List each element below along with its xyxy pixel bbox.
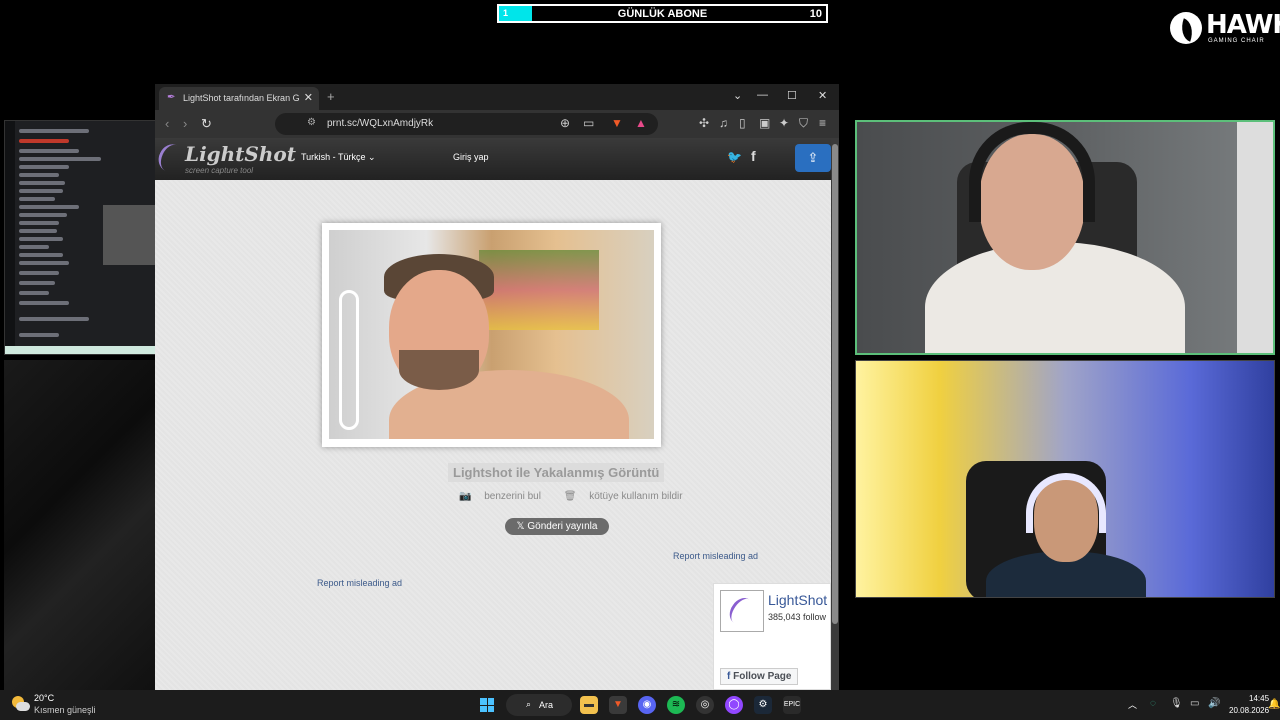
notification-bell-icon[interactable]: 🔔 [1268, 699, 1280, 710]
webcam-bottom [855, 360, 1275, 598]
network-icon[interactable]: ▭ [1190, 698, 1199, 709]
chevron-down-icon: ⌄ [368, 152, 376, 162]
maximize-button[interactable]: ☐ [787, 89, 797, 102]
address-bar[interactable]: ⚙ prnt.sc/WQLxnAmdjyRk [275, 113, 658, 135]
close-window-button[interactable]: ✕ [818, 89, 827, 102]
spotify-icon[interactable]: ≋ [667, 696, 685, 714]
weather-condition[interactable]: Kısmen güneşli [34, 705, 96, 715]
chevron-up-icon[interactable]: ︿ [1128, 698, 1137, 711]
facebook-icon: f [727, 671, 731, 682]
site-info-icon[interactable]: ⚙ [307, 117, 316, 128]
feather-icon: ✒ [167, 92, 176, 103]
find-similar-link[interactable]: 📷 benzerini bul [459, 491, 551, 502]
extensions-icon[interactable]: ✣ [699, 116, 709, 130]
camera-icon: 📷 [459, 491, 472, 502]
hawk-leaf-icon [1170, 12, 1202, 44]
discord-window-thumbnail [4, 120, 156, 355]
twitter-icon[interactable]: 🐦 [727, 150, 742, 164]
brave-shield-icon[interactable]: ▼ [611, 116, 623, 130]
search-icon: ⌕ [526, 699, 532, 709]
report-abuse-link[interactable]: 🗑 kötüye kullanım bildir [564, 491, 693, 502]
menu-icon[interactable]: ≡ [819, 116, 826, 130]
music-icon[interactable]: ♫ [719, 116, 728, 130]
brave-browser-icon[interactable]: ▼ [609, 696, 627, 714]
hawk-logo: HAWK GAMING CHAIR [1168, 10, 1280, 50]
dark-camera-panel [4, 360, 156, 690]
url-text: prnt.sc/WQLxnAmdjyRk [327, 118, 434, 129]
lightshot-page: LightShot screen capture tool Turkish - … [155, 138, 831, 690]
clock-time[interactable]: 14:45 [1249, 694, 1269, 703]
search-label: Ara [539, 700, 554, 710]
volume-icon[interactable]: 🔊 [1208, 698, 1220, 709]
address-toolbar: ‹ › ↻ ⚐ ⚙ prnt.sc/WQLxnAmdjyRk ⊕ ▭ ▼ ▲ ✣… [155, 110, 839, 138]
discord-icon[interactable]: ◉ [638, 696, 656, 714]
facebook-icon[interactable]: f [751, 148, 756, 164]
obs-icon[interactable]: ◎ [696, 696, 714, 714]
tab-lightshot[interactable]: ✒ LightShot tarafından Ekran Görüntüsü ✕ [159, 87, 319, 110]
fb-page-name[interactable]: LightShot [768, 592, 827, 608]
file-explorer-icon[interactable]: ▬ [580, 696, 598, 714]
upload-icon: ⇪ [807, 150, 819, 165]
subscriber-goal: 10 [809, 8, 822, 20]
weather-temperature[interactable]: 20°C [34, 693, 54, 703]
discord-server-column [5, 121, 15, 354]
weather-sun-icon[interactable] [12, 696, 30, 714]
steam-icon[interactable]: ⚙ [754, 696, 772, 714]
feather-logo-icon [155, 140, 188, 176]
tab-search-button[interactable]: ⌄ [733, 89, 742, 102]
screenshot-image[interactable] [329, 230, 654, 439]
tab-bar: ✒ LightShot tarafından Ekran Görüntüsü ✕… [155, 84, 839, 110]
taskbar-search[interactable]: ⌕ Ara [506, 694, 572, 716]
screenshot-actions: 📷 benzerini bul 🗑 kötüye kullanım bildir [459, 491, 703, 502]
brave-rewards-icon[interactable]: ▲ [635, 116, 647, 130]
browser-window: ✒ LightShot tarafından Ekran Görüntüsü ✕… [155, 84, 839, 690]
follow-page-button[interactable]: f Follow Page [720, 668, 799, 685]
leo-ai-icon[interactable]: ✦ [779, 116, 789, 130]
new-tab-button[interactable]: + [327, 89, 335, 104]
hawk-logo-subtitle: GAMING CHAIR [1208, 38, 1265, 44]
twitch-icon[interactable]: ◯ [725, 696, 743, 714]
login-link[interactable]: Giriş yap [453, 152, 489, 162]
clock-date[interactable]: 20.08.2026 [1229, 706, 1269, 715]
fb-follower-count: 385,043 follow [768, 612, 827, 622]
screenshot-caption: Lightshot ile Yakalanmış Görüntü [448, 463, 665, 482]
subscriber-bar-title: GÜNLÜK ABONE [617, 8, 708, 20]
lightshot-logo-tagline: screen capture tool [185, 166, 254, 175]
report-ad-link[interactable]: Report misleading ad [673, 551, 758, 561]
hawk-logo-name: HAWK [1206, 10, 1280, 40]
x-icon: 𝕏 [516, 521, 525, 532]
sidebar-icon[interactable]: ▯ [739, 116, 746, 130]
epic-games-icon[interactable]: EPIC [783, 696, 801, 714]
daily-subscriber-bar: 1 GÜNLÜK ABONE 10 [497, 4, 828, 23]
lightshot-logo-name: LightShot [185, 142, 296, 166]
discord-video-tile [103, 205, 155, 265]
page-avatar[interactable] [720, 590, 764, 632]
forward-arrow-icon[interactable]: › [183, 116, 187, 131]
report-ad-link[interactable]: Report misleading ad [317, 578, 402, 588]
microphone-icon[interactable]: 🎙 [1170, 698, 1183, 709]
tab-title: LightShot tarafından Ekran Görüntüsü [183, 93, 299, 103]
tab-close-icon[interactable]: ✕ [304, 91, 313, 104]
wallet-icon[interactable]: ▣ [759, 116, 770, 130]
back-arrow-icon[interactable]: ‹ [165, 116, 169, 131]
tray-app-icon[interactable]: ◌ [1150, 698, 1156, 709]
facebook-page-widget: LightShot 385,043 follow f Follow Page [713, 583, 831, 690]
zoom-icon[interactable]: ⊕ [560, 116, 570, 130]
upload-button[interactable]: ⇪ [795, 144, 831, 172]
webcam-top [855, 120, 1275, 355]
language-label: Turkish - Türkçe [301, 152, 366, 162]
scrollbar-thumb[interactable] [832, 144, 838, 624]
reload-icon[interactable]: ↻ [201, 116, 212, 132]
vpn-shield-icon[interactable]: ⛉ [799, 116, 808, 131]
cast-icon[interactable]: ▭ [583, 116, 594, 130]
lightshot-header: LightShot screen capture tool Turkish - … [155, 138, 831, 180]
tweet-button[interactable]: 𝕏 Gönderi yayınla [505, 518, 609, 535]
screenshot-frame [322, 223, 661, 447]
minimize-button[interactable]: — [757, 89, 768, 101]
trash-icon: 🗑 [563, 491, 577, 502]
headphones-icon [969, 122, 1095, 222]
start-button[interactable] [480, 698, 494, 712]
taskbar: 20°C Kısmen güneşli ⌕ Ara ▬ ▼ ◉ ≋ ◎ ◯ ⚙ … [0, 690, 1280, 720]
language-selector[interactable]: Turkish - Türkçe ⌄ [301, 152, 376, 163]
